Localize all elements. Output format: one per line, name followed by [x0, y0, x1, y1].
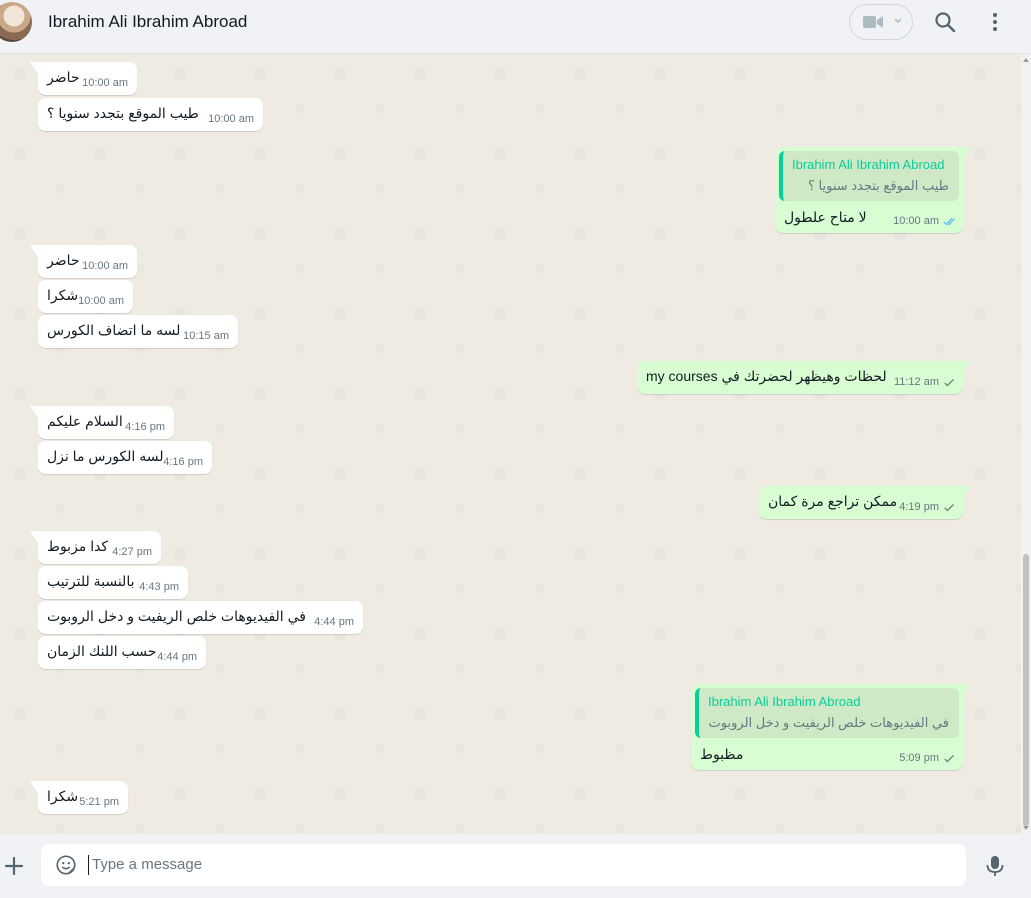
message-list[interactable]: حاضر 10:00 am طيب الموقع بتجدد سنويا ؟ 1… [0, 54, 1031, 834]
attach-plus-icon[interactable] [2, 854, 26, 878]
read-receipt-icon [943, 218, 955, 226]
quote-text: طيب الموقع بتجدد سنويا ؟ [808, 178, 949, 193]
incoming-message[interactable]: لسه الكورس ما نزل 4:16 pm [38, 441, 212, 474]
message-time: 10:00 am [82, 260, 128, 272]
incoming-message[interactable]: لسه ما اتضاف الكورس 10:15 am [38, 315, 238, 348]
message-time: 4:16 pm [125, 421, 165, 433]
message-text: طيب الموقع بتجدد سنويا ؟ [47, 105, 199, 121]
incoming-message[interactable]: حاضر 10:00 am [30, 62, 137, 95]
quote-author: Ibrahim Ali Ibrahim Abroad [708, 694, 861, 709]
outgoing-message[interactable]: ممكن تراجع مرة كمان 4:19 pm [759, 486, 971, 519]
message-time: 10:00 am [82, 77, 128, 89]
scroll-down-arrow-icon[interactable] [1023, 826, 1029, 830]
message-text: حاضر [47, 69, 80, 85]
sent-tick-icon [944, 755, 954, 763]
incoming-message[interactable]: بالنسبة للترتيب 4:43 pm [38, 566, 188, 599]
outgoing-message[interactable]: Ibrahim Ali Ibrahim Abroad طيب الموقع بت… [775, 147, 971, 233]
search-icon[interactable] [933, 10, 957, 34]
video-call-icon [863, 16, 883, 28]
scroll-up-arrow-icon[interactable] [1023, 58, 1029, 62]
message-text: حاضر [47, 252, 80, 268]
message-text: شكرا [47, 287, 79, 303]
incoming-message[interactable]: حسب اللنك الزمان 4:44 pm [38, 636, 206, 669]
incoming-message[interactable]: في الفيديوهات خلص الريفيت و دخل الروبوت … [38, 601, 363, 634]
message-text: بالنسبة للترتيب [47, 573, 135, 589]
message-text: لسه ما اتضاف الكورس [47, 322, 181, 338]
incoming-message[interactable]: شكرا 5:21 pm [30, 781, 128, 814]
composer-bar: Type a message [0, 834, 1031, 898]
chat-header: Ibrahim Ali Ibrahim Abroad [0, 0, 1031, 54]
quoted-message[interactable]: Ibrahim Ali Ibrahim Abroad في الفيديوهات… [695, 688, 959, 738]
message-time: 10:00 am [208, 113, 254, 125]
message-time: 10:15 am [183, 330, 229, 342]
scrollbar-thumb[interactable] [1023, 554, 1029, 826]
message-text: لسه الكورس ما نزل [47, 448, 164, 464]
message-text: مظبوط [700, 746, 744, 762]
quoted-message[interactable]: Ibrahim Ali Ibrahim Abroad طيب الموقع بت… [779, 151, 959, 201]
message-time: 10:00 am [78, 295, 124, 307]
message-text: في الفيديوهات خلص الريفيت و دخل الروبوت [47, 608, 306, 624]
message-input[interactable]: Type a message [41, 844, 966, 886]
message-time: 4:16 pm [163, 456, 203, 468]
message-time: 4:43 pm [139, 581, 179, 593]
sent-tick-icon [944, 379, 954, 387]
video-call-button[interactable] [849, 4, 913, 40]
message-time: 5:09 pm [899, 752, 939, 764]
chat-scrollbar[interactable] [1021, 54, 1031, 834]
menu-icon[interactable] [983, 10, 1007, 34]
quote-author: Ibrahim Ali Ibrahim Abroad [792, 157, 945, 172]
text-caret [88, 855, 89, 875]
message-input-placeholder: Type a message [92, 856, 203, 873]
sent-tick-icon [944, 504, 954, 512]
message-text: كدا مزبوط [47, 538, 109, 554]
message-text: حسب اللنك الزمان [47, 643, 157, 659]
emoji-sticker-icon[interactable] [55, 854, 77, 876]
message-time: 5:21 pm [79, 796, 119, 808]
incoming-message[interactable]: السلام عليكم 4:16 pm [30, 406, 174, 439]
message-time: 11:12 am [893, 376, 939, 388]
message-text: شكرا [47, 788, 79, 804]
chevron-down-icon [894, 18, 902, 24]
message-time: 10:00 am [893, 215, 939, 227]
incoming-message[interactable]: كدا مزبوط 4:27 pm [30, 531, 161, 564]
incoming-message[interactable]: طيب الموقع بتجدد سنويا ؟ 10:00 am [38, 98, 263, 131]
message-time: 4:44 pm [157, 651, 197, 663]
message-text: ممكن تراجع مرة كمان [768, 493, 898, 509]
message-time: 4:27 pm [112, 546, 152, 558]
contact-name[interactable]: Ibrahim Ali Ibrahim Abroad [48, 12, 247, 32]
message-text: لا متاح علطول [784, 209, 867, 225]
message-time: 4:44 pm [314, 616, 354, 628]
microphone-icon[interactable] [984, 854, 1006, 878]
incoming-message[interactable]: شكرا 10:00 am [38, 280, 133, 313]
message-time: 4:19 pm [899, 501, 939, 513]
quote-text: في الفيديوهات خلص الريفيت و دخل الروبوت [708, 715, 949, 730]
outgoing-message[interactable]: لحظات وهيظهر لحضرتك في my courses 11:12 … [637, 361, 971, 394]
message-text: لحظات وهيظهر لحضرتك في my courses [646, 368, 887, 384]
outgoing-message[interactable]: Ibrahim Ali Ibrahim Abroad في الفيديوهات… [691, 684, 971, 770]
incoming-message[interactable]: حاضر 10:00 am [30, 245, 137, 278]
message-text: السلام عليكم [47, 413, 123, 429]
contact-avatar[interactable] [0, 2, 32, 42]
